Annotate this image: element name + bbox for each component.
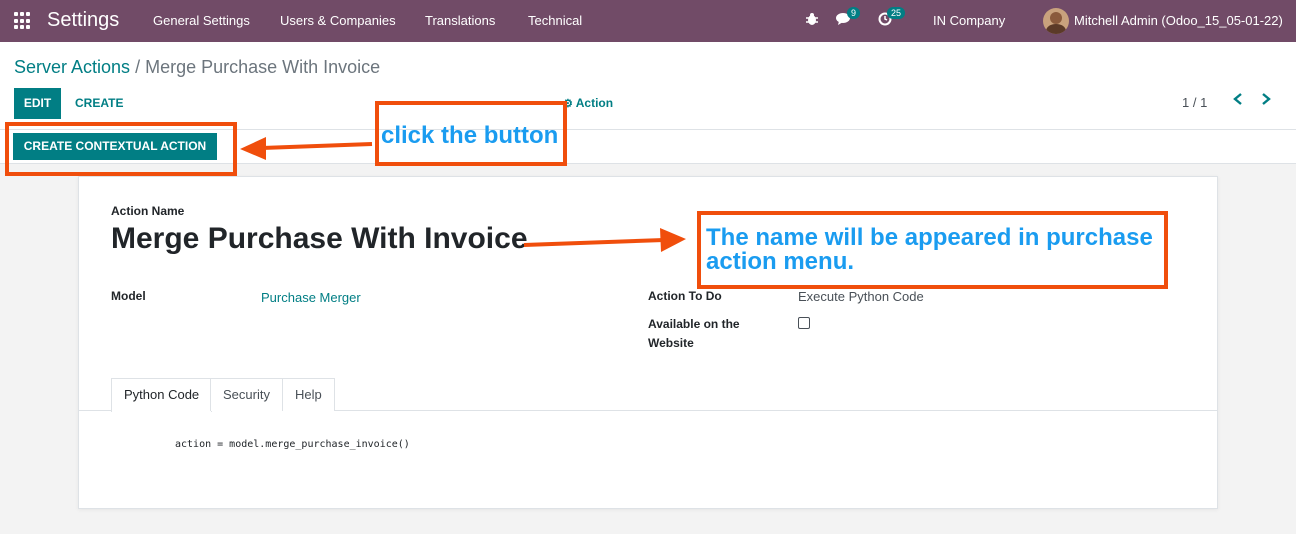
- arrow-to-button: [240, 137, 373, 160]
- annotation-arrows: [240, 137, 686, 252]
- arrow-to-name-hint: [523, 228, 686, 252]
